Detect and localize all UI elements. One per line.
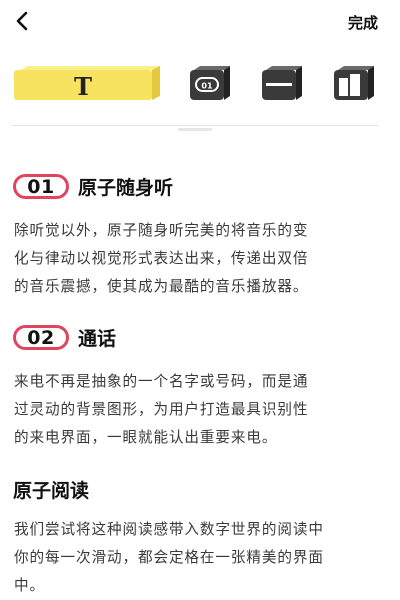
style-option-number-badge[interactable]: 01: [190, 64, 232, 102]
drag-handle[interactable]: [178, 128, 212, 131]
body-line: 中。: [14, 577, 45, 594]
section-01-header: 01 原子随身听: [13, 173, 173, 200]
toolbar-divider: [12, 125, 378, 126]
text-style-icon: T: [14, 66, 160, 101]
section-title: 通话: [78, 328, 117, 350]
body-line: 来电不再是抽象的一个名字或号码，而是通: [14, 373, 309, 390]
top-bar: 完成: [0, 0, 400, 44]
body-line: 的来电界面，一眼就能认出重要来电。: [14, 429, 278, 446]
done-button[interactable]: 完成: [348, 12, 378, 33]
tool-glyph-T: T: [74, 72, 92, 101]
section-03-body: 我们尝试将这种阅读感带入数字世界的阅读中 你的每一次滑动，都会定格在一张精美的界…: [14, 516, 380, 600]
section-02-body: 来电不再是抽象的一个名字或号码，而是通 过灵动的背景图形，为用户打造最具识别性 …: [14, 368, 380, 452]
tool-glyph-01: 01: [201, 82, 213, 91]
body-line: 过灵动的背景图形，为用户打造最具识别性: [14, 401, 309, 418]
style-toolbar: T 01: [0, 62, 400, 108]
body-line: 你的每一次滑动，都会定格在一张精美的界面: [14, 549, 324, 566]
section-01-body: 除听觉以外，原子随身听完美的将音乐的变 化与律动以视觉形式表达出来，传递出双倍 …: [14, 217, 380, 301]
bar-style-icon: [262, 66, 302, 100]
section-title: 原子阅读: [13, 480, 90, 502]
section-number-badge: 01: [13, 174, 69, 199]
numbered-badge-style-icon: 01: [190, 66, 230, 100]
back-button[interactable]: [12, 10, 34, 32]
section-03-header: 原子阅读: [13, 476, 89, 503]
body-line: 除听觉以外，原子随身听完美的将音乐的变: [14, 222, 309, 239]
body-line: 我们尝试将这种阅读感带入数字世界的阅读中: [14, 521, 324, 538]
column-block-style-icon: [334, 66, 374, 100]
chevron-left-icon: [16, 11, 28, 31]
body-line: 的音乐震撼，使其成为最酷的音乐播放器。: [14, 278, 309, 295]
section-title: 原子随身听: [78, 177, 174, 199]
section-02-header: 02 通话: [13, 324, 116, 351]
section-number-badge: 02: [13, 325, 69, 350]
body-line: 化与律动以视觉形式表达出来，传递出双倍: [14, 250, 309, 267]
text-style-editor-screen: 完成 T 01 01 原子随身听 除听觉以外，原子随身听完美的将音乐的变 化与律…: [0, 0, 400, 600]
style-option-text[interactable]: T: [14, 66, 162, 102]
style-option-column[interactable]: [334, 64, 376, 102]
style-option-bar[interactable]: [262, 64, 304, 102]
